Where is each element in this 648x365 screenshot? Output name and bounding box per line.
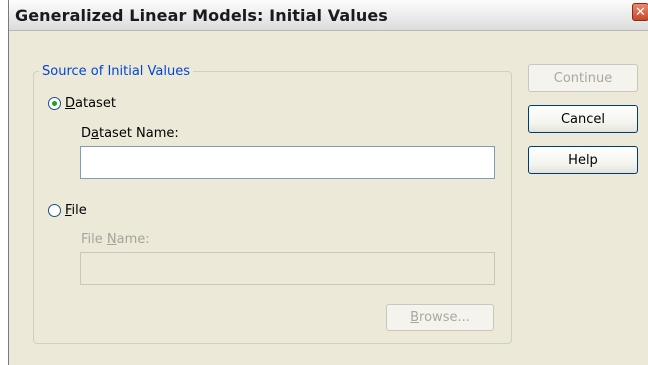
- file-name-label: File Name:: [81, 232, 150, 247]
- close-button[interactable]: ✕: [632, 3, 648, 21]
- continue-button[interactable]: Continue: [528, 64, 638, 92]
- dialog-window: Generalized Linear Models: Initial Value…: [8, 0, 648, 365]
- file-radio[interactable]: File: [48, 203, 87, 218]
- title-bar[interactable]: Generalized Linear Models: Initial Value…: [9, 0, 648, 31]
- file-radio-label: File: [65, 203, 87, 218]
- cancel-button[interactable]: Cancel: [528, 105, 638, 133]
- group-legend: Source of Initial Values: [42, 64, 191, 79]
- close-icon: ✕: [635, 4, 646, 20]
- file-name-input[interactable]: [80, 252, 495, 285]
- browse-button[interactable]: Browse...: [386, 304, 494, 331]
- help-button[interactable]: Help: [528, 146, 638, 174]
- dataset-name-input[interactable]: [80, 146, 495, 179]
- dataset-name-label: Dataset Name:: [81, 126, 179, 141]
- dataset-radio-label: Dataset: [65, 96, 116, 111]
- dataset-radio[interactable]: Dataset: [48, 96, 116, 111]
- radio-selected-icon: [48, 97, 61, 110]
- radio-unselected-icon: [48, 204, 61, 217]
- dialog-title: Generalized Linear Models: Initial Value…: [15, 6, 388, 25]
